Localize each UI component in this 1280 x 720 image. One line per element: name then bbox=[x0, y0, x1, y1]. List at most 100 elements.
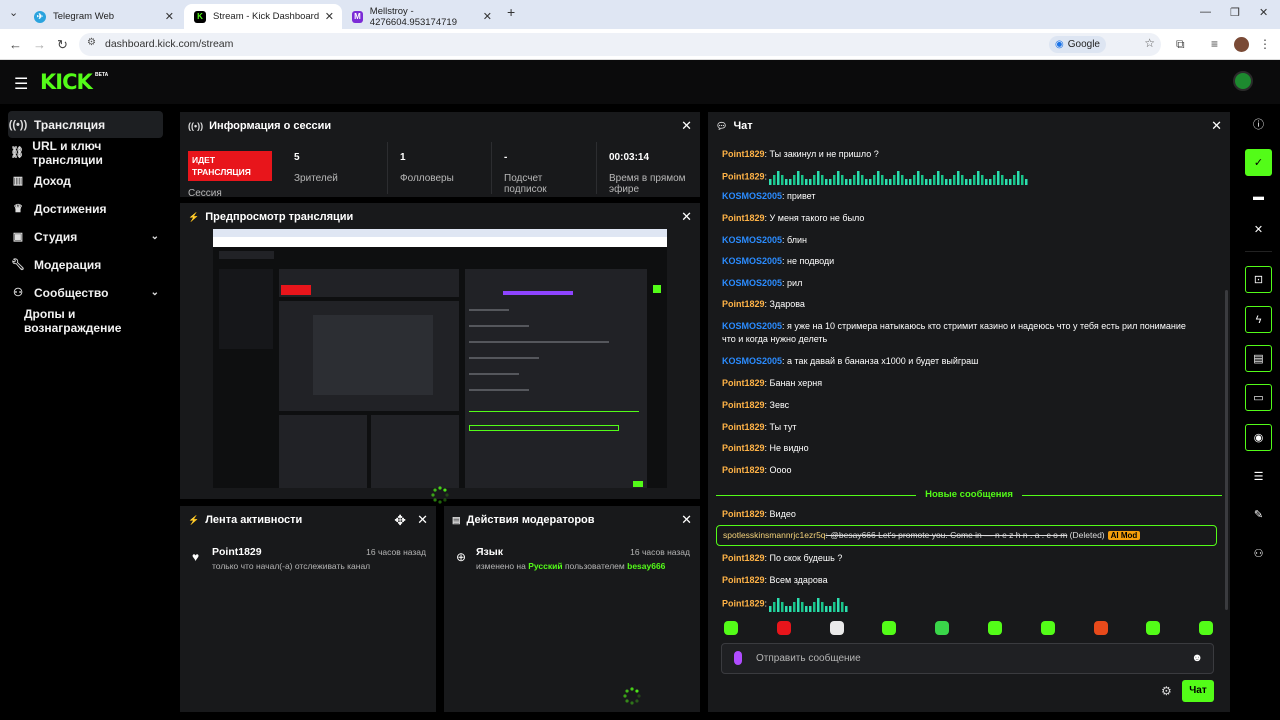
hamburger-menu-icon[interactable]: ☰ bbox=[14, 74, 28, 94]
reading-list-icon[interactable]: ≡ bbox=[1211, 37, 1218, 51]
hamburger-menu-icon[interactable]: ☰ bbox=[1245, 463, 1272, 490]
chat-username[interactable]: KOSMOS2005 bbox=[722, 256, 782, 266]
users-icon[interactable]: ⚇ bbox=[1245, 540, 1272, 567]
stat-followers: 1 Фолловеры bbox=[387, 142, 454, 194]
chat-username[interactable]: Point1829 bbox=[722, 465, 765, 475]
burger-emote-icon[interactable] bbox=[1093, 621, 1108, 635]
sidebar-item-label: Достижения bbox=[34, 201, 107, 216]
close-icon[interactable]: ✕ bbox=[417, 512, 428, 528]
stream-preview-video[interactable] bbox=[213, 229, 667, 488]
chat-username[interactable]: KOSMOS2005 bbox=[722, 191, 782, 201]
wrench-icon[interactable]: ✎ bbox=[1245, 501, 1272, 528]
angry-emote-icon[interactable] bbox=[776, 621, 791, 635]
back-icon[interactable]: ← bbox=[9, 37, 22, 52]
chat-username[interactable]: Point1829 bbox=[722, 378, 765, 388]
mod-action-name: Язык bbox=[476, 546, 503, 558]
close-window-icon[interactable]: ✕ bbox=[1259, 6, 1268, 19]
reload-icon[interactable]: ↻ bbox=[57, 37, 68, 53]
chevron-down-icon[interactable]: ⌄ bbox=[151, 287, 159, 298]
chat-username[interactable]: spotlesskinsmannrjc1ezr5q bbox=[723, 530, 826, 540]
alien-emote-icon[interactable] bbox=[935, 621, 950, 635]
site-info-icon[interactable]: ⚙ bbox=[87, 37, 96, 48]
tab-search-icon[interactable]: ⌄ bbox=[9, 6, 18, 19]
sidebar-item-broadcast[interactable]: ((•)) Трансляция bbox=[8, 111, 163, 138]
forward-icon[interactable]: → bbox=[33, 37, 46, 52]
soccer-emote-icon[interactable] bbox=[829, 621, 844, 635]
chat-text: : я уже на 10 стримера натыкаюсь кто стр… bbox=[722, 321, 1186, 344]
close-tab-icon[interactable]: ✕ bbox=[325, 10, 334, 23]
chat-username[interactable]: KOSMOS2005 bbox=[722, 356, 782, 366]
chat-input[interactable]: Отправить сообщение ☻ bbox=[721, 643, 1214, 674]
chat-username[interactable]: Point1829 bbox=[722, 213, 765, 223]
sidebar-item-studio[interactable]: ▣ Студия ⌄ bbox=[8, 223, 163, 250]
tab-kick-dashboard[interactable]: K Stream - Kick Dashboard ✕ bbox=[184, 4, 342, 29]
bookmark-star-icon[interactable]: ☆ bbox=[1144, 36, 1155, 50]
info-icon[interactable]: ⓘ bbox=[1245, 110, 1272, 137]
tab-mellstroy[interactable]: M Mellstroy - 4276604.953174719 ✕ bbox=[342, 4, 500, 29]
close-icon[interactable]: ✕ bbox=[681, 209, 692, 225]
chat-bubble-icon[interactable]: ▭ bbox=[1245, 384, 1272, 411]
browser-profile-avatar[interactable] bbox=[1234, 37, 1249, 52]
sidebar-item-url-key[interactable]: ⛓ URL и ключ трансляции bbox=[8, 139, 163, 167]
chat-username[interactable]: Point1829 bbox=[722, 422, 765, 432]
session-info-panel: ((•)) Информация о сессии ✕ ИДЕТ ТРАНСЛЯ… bbox=[180, 112, 700, 197]
user-avatar[interactable] bbox=[1233, 71, 1253, 91]
panel-title: Предпросмотр трансляции bbox=[205, 211, 354, 223]
tab-telegram[interactable]: ✈ Telegram Web ✕ bbox=[24, 4, 182, 29]
chat-username[interactable]: KOSMOS2005 bbox=[722, 235, 782, 245]
sidebar-item-achievements[interactable]: ♛ Достижения bbox=[8, 195, 163, 222]
blob-emote-icon[interactable] bbox=[1040, 621, 1055, 635]
minimize-icon[interactable]: — bbox=[1200, 6, 1211, 18]
close-tab-icon[interactable]: ✕ bbox=[483, 10, 492, 23]
activity-username[interactable]: Point1829 bbox=[212, 546, 262, 558]
close-icon[interactable]: ✕ bbox=[1245, 216, 1272, 243]
chat-username[interactable]: KOSMOS2005 bbox=[722, 321, 782, 331]
document-icon[interactable]: ▤ bbox=[1245, 345, 1272, 372]
close-icon[interactable]: ✕ bbox=[1211, 118, 1222, 134]
close-icon[interactable]: ✕ bbox=[681, 118, 692, 134]
layout-icon[interactable]: ▬ bbox=[1245, 183, 1272, 210]
screenshot-icon[interactable]: ⊡ bbox=[1245, 266, 1272, 293]
gear-icon[interactable]: ⚙ bbox=[1161, 684, 1172, 698]
sidebar-item-community[interactable]: ⚇ Сообщество ⌄ bbox=[8, 279, 163, 306]
microphone-icon[interactable] bbox=[734, 651, 742, 665]
chat-scrollbar[interactable] bbox=[1225, 290, 1228, 610]
restore-icon[interactable]: ❐ bbox=[1230, 6, 1240, 19]
sidebar-item-revenue[interactable]: ▥ Доход bbox=[8, 167, 163, 194]
kick-emote-icon[interactable] bbox=[724, 621, 738, 635]
close-icon[interactable]: ✕ bbox=[681, 512, 692, 528]
chat-username[interactable]: Point1829 bbox=[722, 509, 765, 519]
move-icon[interactable]: ✥ bbox=[394, 512, 406, 529]
chat-username[interactable]: Point1829 bbox=[722, 149, 765, 159]
chat-username[interactable]: Point1829 bbox=[722, 553, 765, 563]
sidebar-item-drops[interactable]: Дропы и вознаграждение bbox=[8, 307, 163, 335]
chat-username[interactable]: KOSMOS2005 bbox=[722, 278, 782, 288]
smile-emote-icon[interactable] bbox=[988, 621, 1002, 635]
chat-username[interactable]: Point1829 bbox=[722, 299, 765, 309]
check-icon[interactable]: ✓ bbox=[1245, 149, 1272, 176]
google-lens-chip[interactable]: ◉ Google bbox=[1049, 36, 1106, 53]
lightning-icon[interactable]: ϟ bbox=[1245, 306, 1272, 333]
emoji-icon[interactable]: ☻ bbox=[1191, 652, 1203, 664]
wink-emote-icon[interactable] bbox=[1199, 621, 1214, 635]
extensions-icon[interactable]: ⧉ bbox=[1176, 37, 1185, 52]
sidebar-item-moderation[interactable]: 🔧︎ Модерация bbox=[8, 251, 163, 278]
chevron-down-icon[interactable]: ⌄ bbox=[151, 231, 159, 242]
chat-username[interactable]: Point1829 bbox=[722, 575, 765, 585]
chat-username[interactable]: Point1829 bbox=[722, 171, 765, 181]
grin-emote-icon[interactable] bbox=[1146, 621, 1161, 635]
send-chat-button[interactable]: Чат bbox=[1182, 680, 1214, 702]
close-tab-icon[interactable]: ✕ bbox=[165, 10, 174, 23]
tab-title: Stream - Kick Dashboard bbox=[213, 11, 320, 22]
chat-message: Point1829: Ты тут bbox=[722, 421, 796, 434]
stat-value: 5 bbox=[294, 152, 300, 163]
chat-username[interactable]: Point1829 bbox=[722, 598, 765, 608]
chat-username[interactable]: Point1829 bbox=[722, 443, 765, 453]
chat-username[interactable]: Point1829 bbox=[722, 400, 765, 410]
chat-emote-icon[interactable] bbox=[882, 621, 897, 635]
new-tab-icon[interactable]: + bbox=[507, 4, 515, 20]
browser-menu-icon[interactable]: ⋮ bbox=[1259, 37, 1271, 51]
kick-logo[interactable]: KICK bbox=[40, 70, 93, 94]
url-field[interactable]: ⚙ dashboard.kick.com/stream ◉ Google ☆ bbox=[79, 33, 1161, 56]
broadcast-icon[interactable]: ◉ bbox=[1245, 424, 1272, 451]
